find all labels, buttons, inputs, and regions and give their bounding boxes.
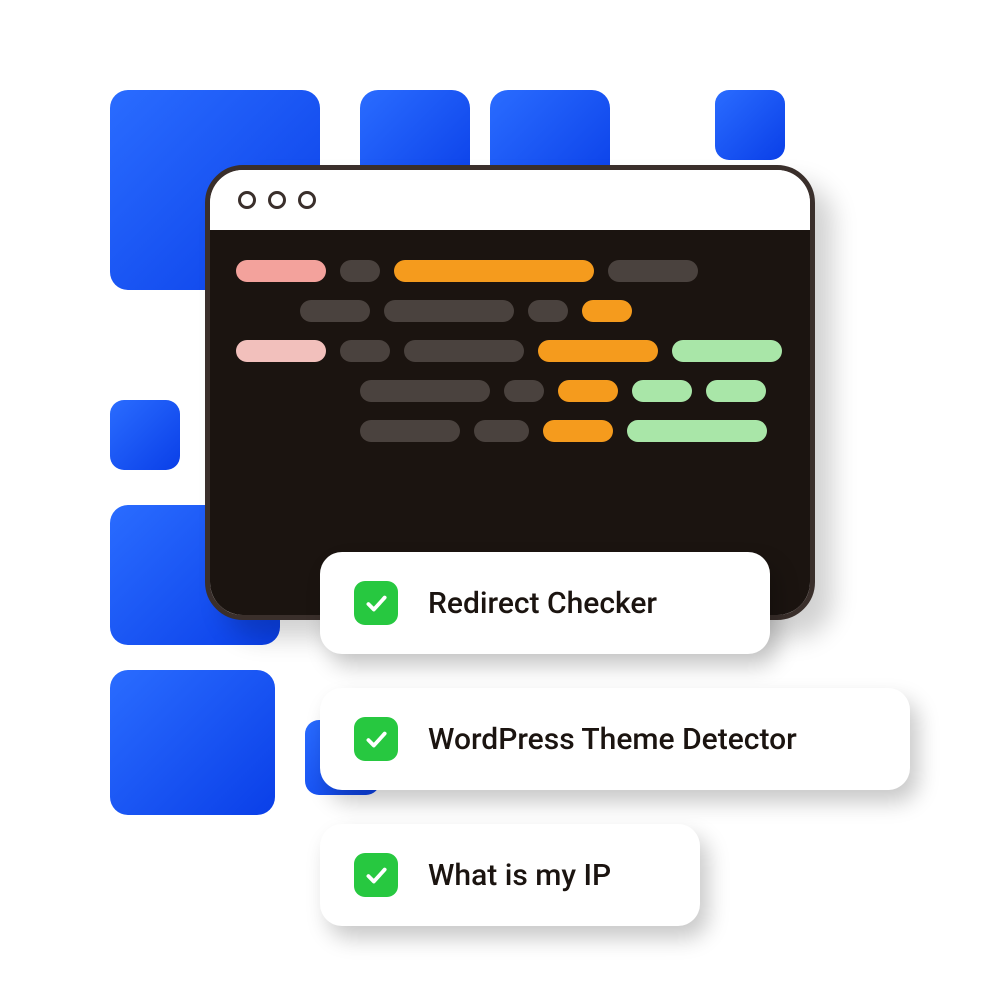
code-line (236, 260, 784, 282)
window-control-icon (298, 191, 316, 209)
check-icon (354, 581, 398, 625)
tool-item-what-is-my-ip[interactable]: What is my IP (320, 824, 700, 926)
tool-label: Redirect Checker (428, 586, 657, 621)
decorative-block (110, 670, 275, 815)
window-control-icon (238, 191, 256, 209)
check-icon (354, 717, 398, 761)
code-line (236, 340, 784, 362)
decorative-block (715, 90, 785, 160)
tool-item-redirect-checker[interactable]: Redirect Checker (320, 552, 770, 654)
code-line (236, 420, 784, 442)
code-line (236, 300, 784, 322)
tool-item-wordpress-theme-detector[interactable]: WordPress Theme Detector (320, 688, 910, 790)
tool-label: WordPress Theme Detector (428, 722, 797, 757)
code-line (236, 380, 784, 402)
window-titlebar (210, 170, 810, 230)
tool-label: What is my IP (428, 858, 611, 893)
check-icon (354, 853, 398, 897)
decorative-block (110, 400, 180, 470)
window-control-icon (268, 191, 286, 209)
